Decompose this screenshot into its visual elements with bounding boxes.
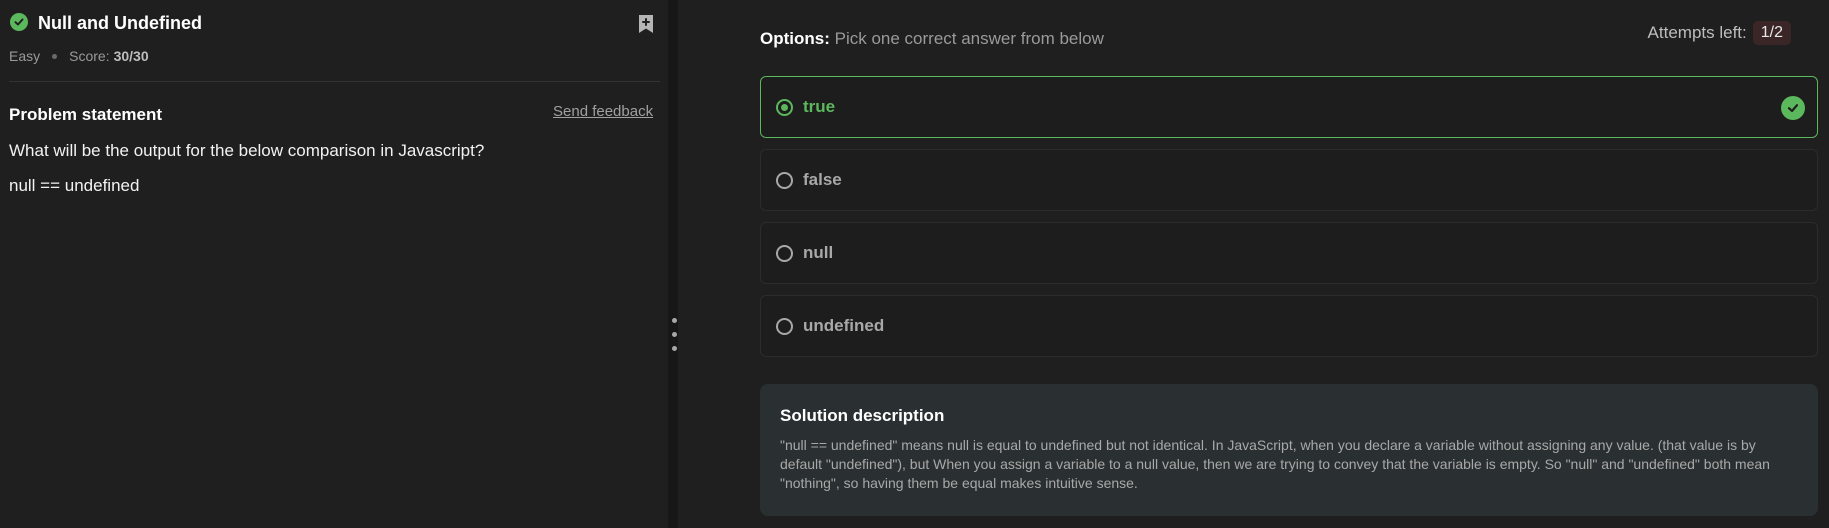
attempts-indicator: Attempts left: 1/2: [1648, 21, 1791, 45]
option-label: false: [803, 170, 842, 189]
attempts-badge: 1/2: [1752, 21, 1791, 45]
difficulty-label: Easy: [9, 48, 41, 64]
option-label: null: [803, 243, 834, 262]
solution-heading: Solution description: [780, 406, 945, 425]
solution-box: Solution description "null == undefined"…: [760, 384, 1818, 516]
code-text: null == undefined: [9, 176, 140, 195]
send-feedback-link[interactable]: Send feedback: [553, 103, 653, 120]
bookmark-add-icon[interactable]: [636, 13, 656, 35]
radio-icon[interactable]: [776, 317, 793, 335]
separator-dot: [52, 53, 58, 59]
problem-title: Null and Undefined: [38, 13, 202, 33]
correct-check-icon: [1781, 96, 1805, 120]
problem-panel: Null and Undefined Easy Score: 30/30 Pro…: [0, 0, 668, 528]
option-false[interactable]: false: [760, 149, 1818, 211]
options-instruction-text: Pick one correct answer from below: [834, 29, 1104, 48]
header-divider: [9, 81, 660, 82]
solution-text: "null == undefined" means null is equal …: [780, 437, 1770, 491]
radio-icon[interactable]: [776, 244, 793, 262]
radio-icon[interactable]: [776, 171, 793, 189]
options-label: Options:: [760, 29, 830, 48]
problem-statement-heading: Problem statement: [9, 105, 163, 124]
option-null[interactable]: null: [760, 222, 1818, 284]
drag-handle-icon[interactable]: [672, 318, 677, 360]
answer-panel: Options: Pick one correct answer from be…: [678, 0, 1829, 528]
problem-meta: Easy Score: 30/30: [9, 48, 149, 64]
attempts-label: Attempts left:: [1647, 23, 1747, 42]
option-label: true: [803, 97, 836, 116]
panel-resizer[interactable]: [668, 0, 678, 528]
option-undefined[interactable]: undefined: [760, 295, 1818, 357]
question-text: What will be the output for the below co…: [9, 141, 485, 160]
option-label: undefined: [803, 316, 885, 335]
option-true[interactable]: true: [760, 76, 1818, 138]
score-label: Score:: [69, 48, 110, 64]
check-circle-icon: [10, 13, 28, 31]
options-instruction: Options: Pick one correct answer from be…: [760, 29, 1104, 49]
radio-icon[interactable]: [776, 98, 793, 116]
score-value: 30/30: [113, 48, 149, 64]
